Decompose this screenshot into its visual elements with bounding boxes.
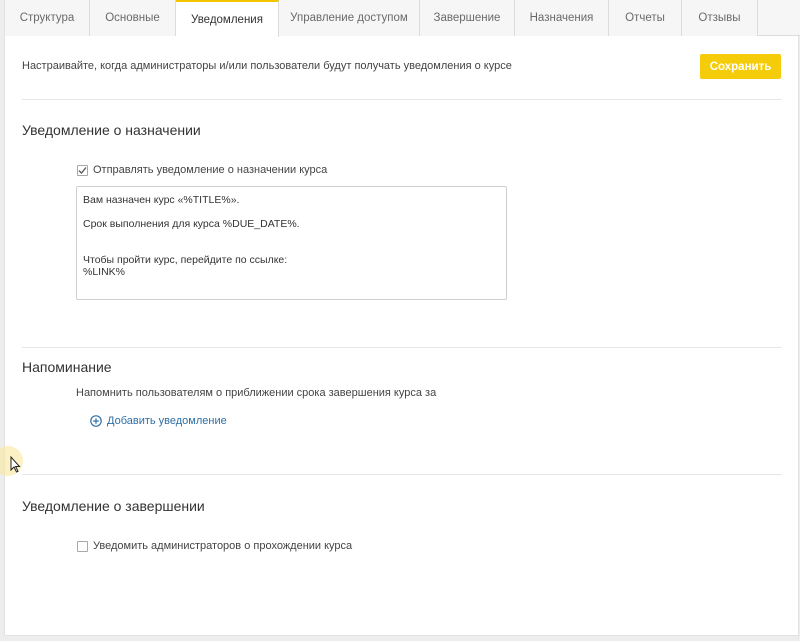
- assignment-message-textarea[interactable]: Вам назначен курс «%TITLE%». Срок выполн…: [76, 186, 507, 300]
- tab-label: Управление доступом: [290, 12, 408, 24]
- assignment-checkbox-row[interactable]: Отправлять уведомление о назначении курс…: [77, 164, 327, 176]
- assignment-checkbox[interactable]: [77, 164, 88, 176]
- tab-reviews[interactable]: Отзывы: [682, 0, 758, 36]
- completion-checkbox[interactable]: [77, 540, 88, 552]
- tab-access-control[interactable]: Управление доступом: [279, 0, 420, 36]
- checkmark-icon: [78, 166, 87, 174]
- message-line: [83, 242, 500, 254]
- tab-notifications[interactable]: Уведомления: [176, 0, 279, 37]
- completion-notification-title: Уведомление о завершении: [22, 498, 205, 514]
- tab-assignments[interactable]: Назначения: [515, 0, 609, 36]
- tab-label: Структура: [19, 12, 75, 24]
- divider: [22, 99, 782, 100]
- message-line: Вам назначен курс «%TITLE%».: [83, 194, 240, 206]
- tab-label: Отзывы: [698, 12, 741, 24]
- tab-label: Уведомления: [191, 13, 263, 26]
- tab-label: Назначения: [529, 12, 594, 24]
- mouse-cursor: [0, 443, 26, 479]
- cursor-arrow-icon: [0, 446, 23, 476]
- tab-structure[interactable]: Структура: [5, 0, 90, 36]
- completion-checkbox-label: Уведомить администраторов о прохождении …: [93, 540, 353, 552]
- tab-label: Основные: [105, 12, 160, 24]
- tab-completion[interactable]: Завершение: [420, 0, 515, 36]
- tab-label: Завершение: [433, 12, 501, 24]
- notifications-info-text: Настраивайте, когда администраторы и/или…: [22, 60, 512, 72]
- assignment-notification-title: Уведомление о назначении: [22, 122, 201, 138]
- message-line: [83, 230, 500, 242]
- course-settings-panel: Структура Основные Уведомления Управлени…: [4, 0, 800, 636]
- divider: [22, 347, 782, 348]
- divider: [22, 474, 782, 475]
- message-line: %LINK%: [83, 266, 126, 278]
- message-line: [83, 206, 500, 218]
- tab-bar: Структура Основные Уведомления Управлени…: [5, 0, 800, 37]
- plus-circle-icon: [90, 415, 102, 427]
- tab-label: Отчеты: [625, 12, 665, 24]
- completion-checkbox-row[interactable]: Уведомить администраторов о прохождении …: [77, 540, 352, 552]
- tab-reports[interactable]: Отчеты: [609, 0, 682, 36]
- add-notification-link[interactable]: Добавить уведомление: [90, 415, 227, 427]
- reminder-description: Напомнить пользователям о приближении ср…: [76, 387, 437, 399]
- tab-general[interactable]: Основные: [90, 0, 176, 36]
- reminder-title: Напоминание: [22, 359, 112, 375]
- assignment-checkbox-label: Отправлять уведомление о назначении курс…: [93, 164, 328, 176]
- message-line: Срок выполнения для курса %DUE_DATE%.: [83, 218, 300, 230]
- save-button[interactable]: Сохранить: [700, 54, 781, 79]
- add-notification-label: Добавить уведомление: [107, 415, 227, 427]
- message-line: Чтобы пройти курс, перейдите по ссылке:: [83, 254, 288, 266]
